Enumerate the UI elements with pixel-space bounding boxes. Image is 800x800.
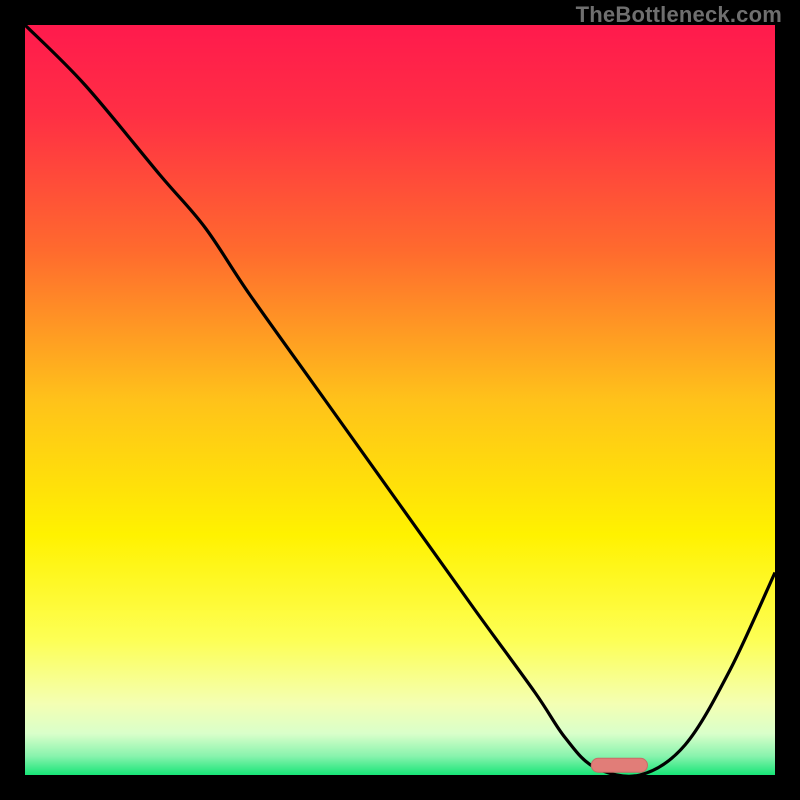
bottleneck-chart [25,25,775,775]
gradient-background [25,25,775,775]
optimal-zone-marker [591,758,647,772]
chart-frame: TheBottleneck.com [0,0,800,800]
